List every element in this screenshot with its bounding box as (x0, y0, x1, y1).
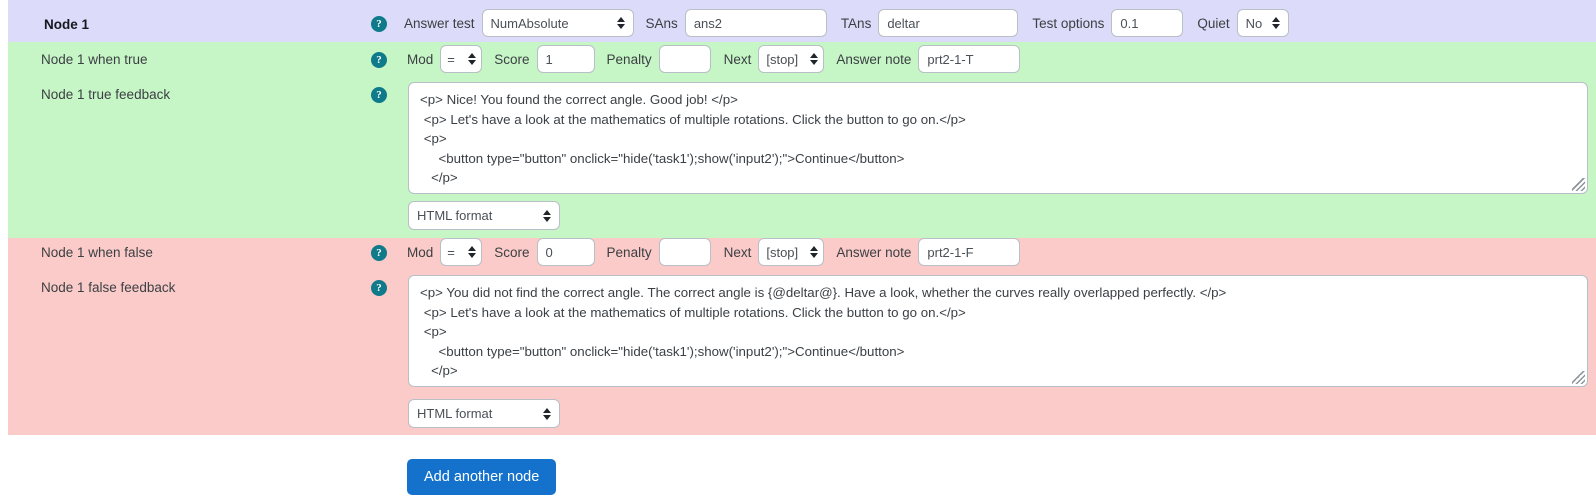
false-feedback-textarea[interactable]: <p> You did not find the correct angle. … (408, 275, 1588, 387)
true-format-select[interactable]: HTML format (408, 201, 560, 230)
false-mod-label: Mod (407, 244, 434, 260)
quiet-label: Quiet (1197, 15, 1230, 31)
false-format-select-wrap: HTML format (408, 399, 560, 428)
true-next-label: Next (723, 51, 752, 67)
tans-label: TAns (840, 15, 872, 31)
test-options-input[interactable] (1111, 9, 1184, 37)
false-mod-select-wrap: = (440, 238, 483, 266)
false-branch-label: Node 1 when false (41, 245, 153, 260)
true-format-select-wrap: HTML format (408, 201, 560, 230)
test-options-label: Test options (1032, 15, 1105, 31)
true-score-input[interactable] (536, 45, 595, 73)
false-feedback-editor: <p> You did not find the correct angle. … (408, 275, 1588, 387)
help-icon[interactable]: ? (371, 245, 387, 261)
true-mod-select[interactable]: = (440, 45, 483, 73)
answer-test-label: Answer test (404, 15, 475, 31)
answer-test-select[interactable]: NumAbsolute (481, 9, 634, 37)
help-icon[interactable]: ? (371, 52, 387, 68)
sans-input[interactable] (684, 9, 827, 37)
true-answer-note-label: Answer note (836, 51, 912, 67)
true-next-select-wrap: [stop] (758, 45, 825, 73)
false-next-label: Next (723, 244, 752, 260)
true-penalty-label: Penalty (606, 51, 652, 67)
false-branch-settings-row: Mod = Score Penalty Next [stop] Answer n… (407, 238, 1021, 266)
false-penalty-input[interactable] (658, 238, 711, 266)
true-branch-label: Node 1 when true (41, 52, 148, 67)
help-icon[interactable]: ? (371, 16, 387, 32)
answer-test-select-wrap: NumAbsolute (481, 9, 634, 37)
false-next-select-wrap: [stop] (758, 238, 825, 266)
true-score-label: Score (494, 51, 530, 67)
true-feedback-textarea[interactable]: <p> Nice! You found the correct angle. G… (408, 82, 1588, 194)
false-feedback-label: Node 1 false feedback (41, 280, 176, 295)
quiet-select[interactable]: No (1236, 9, 1289, 37)
tans-input[interactable] (878, 9, 1019, 37)
true-feedback-label: Node 1 true feedback (41, 87, 171, 102)
help-icon[interactable]: ? (371, 87, 387, 103)
node-settings-row: Answer test NumAbsolute SAns TAns Test o… (404, 9, 1289, 37)
sans-label: SAns (645, 15, 678, 31)
false-answer-note-input[interactable] (918, 238, 1021, 266)
true-answer-note-input[interactable] (918, 45, 1021, 73)
node-title: Node 1 (44, 17, 90, 32)
false-score-input[interactable] (536, 238, 595, 266)
false-mod-select[interactable]: = (440, 238, 483, 266)
true-branch-settings-row: Mod = Score Penalty Next [stop] Answer n… (407, 45, 1021, 73)
true-penalty-input[interactable] (658, 45, 711, 73)
true-feedback-editor: <p> Nice! You found the correct angle. G… (408, 82, 1588, 194)
true-mod-select-wrap: = (440, 45, 483, 73)
add-another-node-button[interactable]: Add another node (407, 459, 557, 495)
false-next-select[interactable]: [stop] (758, 238, 825, 266)
false-format-select[interactable]: HTML format (408, 399, 560, 428)
quiet-select-wrap: No (1236, 9, 1289, 37)
potential-response-tree-editor: Node 1 ? Answer test NumAbsolute SAns TA… (0, 0, 1596, 504)
false-penalty-label: Penalty (606, 244, 652, 260)
true-mod-label: Mod (407, 51, 434, 67)
false-score-label: Score (494, 244, 530, 260)
false-answer-note-label: Answer note (836, 244, 912, 260)
true-next-select[interactable]: [stop] (758, 45, 825, 73)
help-icon[interactable]: ? (371, 280, 387, 296)
